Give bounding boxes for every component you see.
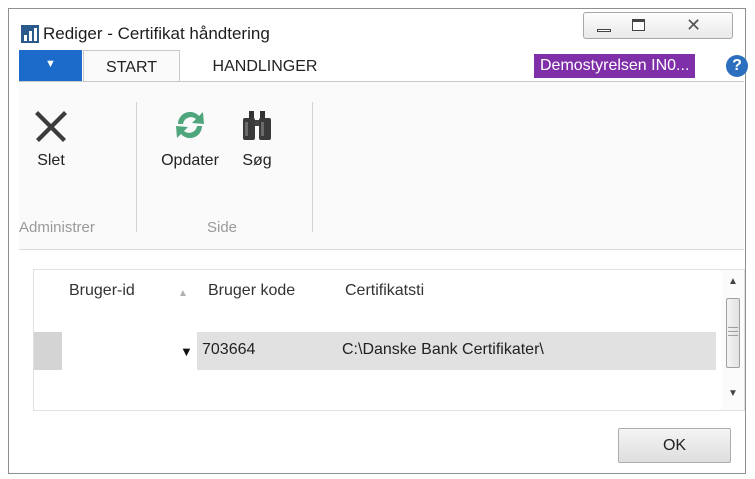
refresh-button[interactable]: Opdater — [151, 108, 229, 170]
dropdown-arrow-icon[interactable]: ▼ — [180, 344, 193, 359]
group-separator — [312, 102, 313, 232]
ribbon-tabstrip: ▼ START HANDLINGER Demostyrelsen IN0... … — [19, 50, 748, 83]
close-button[interactable]: ✕ — [655, 12, 733, 39]
help-icon[interactable]: ? — [726, 55, 748, 77]
sort-ascending-icon: ▲ — [178, 288, 188, 299]
grip-icon: ― ― ― — [728, 322, 738, 341]
certificate-grid: Bruger-id ▲ Bruger kode Certifikatsti ▼ … — [33, 269, 745, 411]
refresh-icon — [176, 111, 204, 139]
bruger-id-field[interactable] — [62, 332, 197, 370]
close-icon: ✕ — [685, 15, 702, 36]
group-label-administrer: Administrer — [19, 219, 95, 236]
scroll-up-icon[interactable]: ▲ — [728, 276, 738, 287]
search-button[interactable]: Søg — [231, 108, 283, 170]
group-separator — [136, 102, 137, 232]
delete-label: Slet — [37, 152, 65, 169]
column-header-bruger-id[interactable]: Bruger-id — [69, 282, 135, 300]
window-title: Rediger - Certifikat håndtering — [43, 24, 270, 43]
bruger-kode-cell[interactable]: 703664 — [202, 341, 255, 359]
refresh-label: Opdater — [161, 152, 219, 169]
tab-handlinger[interactable]: HANDLINGER — [195, 50, 335, 83]
binoculars-icon — [243, 111, 271, 140]
column-header-bruger-kode[interactable]: Bruger kode — [208, 282, 295, 300]
scrollbar-thumb[interactable]: ― ― ― — [726, 298, 740, 368]
chart-bars-icon — [21, 25, 39, 43]
chevron-down-icon: ▼ — [45, 58, 56, 70]
maximize-button[interactable] — [622, 12, 656, 39]
minimize-button[interactable] — [583, 12, 623, 39]
search-label: Søg — [242, 152, 272, 169]
company-badge[interactable]: Demostyrelsen IN0... — [534, 54, 696, 78]
delete-button[interactable]: Slet — [28, 108, 74, 170]
tab-start[interactable]: START — [83, 50, 180, 83]
dialog-window: Rediger - Certifikat håndtering ✕ ▼ STAR… — [8, 8, 748, 474]
scroll-down-icon[interactable]: ▼ — [728, 388, 738, 399]
certifikatsti-cell[interactable]: C:\Danske Bank Certifikater\ — [342, 341, 544, 359]
vertical-scrollbar[interactable]: ▲ ― ― ― ▼ — [722, 270, 744, 410]
group-label-side: Side — [207, 219, 238, 236]
column-header-certifikatsti[interactable]: Certifikatsti — [345, 282, 424, 300]
delete-x-icon — [35, 111, 67, 142]
ok-button[interactable]: OK — [618, 428, 731, 463]
ribbon-menu-button[interactable]: ▼ — [19, 50, 82, 82]
row-selector[interactable] — [34, 332, 62, 370]
ribbon-panel: Slet Opdater Søg Administrer Side — [19, 81, 744, 250]
table-row[interactable]: ▼ 703664 C:\Danske Bank Certifikater\ — [34, 332, 716, 370]
title-bar: Rediger - Certifikat håndtering ✕ — [9, 9, 745, 49]
